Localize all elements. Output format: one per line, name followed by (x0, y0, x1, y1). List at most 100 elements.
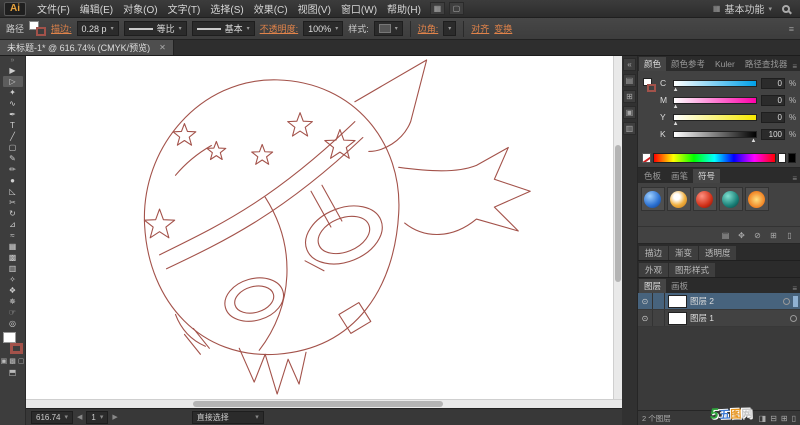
tab-color[interactable]: 颜色 (638, 57, 666, 71)
canvas[interactable] (26, 56, 622, 399)
selection-tool[interactable]: ▶ (3, 65, 23, 76)
pen-tool[interactable]: ✒ (3, 109, 23, 120)
menu-item[interactable]: 文字(T) (163, 1, 206, 16)
screen-mode-menu-icon[interactable]: ▢ (448, 2, 464, 15)
collapse-dock-icon[interactable]: « (622, 58, 636, 71)
stroke-link[interactable]: 描边: (51, 22, 72, 35)
paintbrush-tool[interactable]: ✎ (3, 153, 23, 164)
opacity-input[interactable]: 100% ▾ (303, 21, 344, 36)
tab-color-guide[interactable]: 颜色参考 (666, 57, 710, 71)
horizontal-scrollbar[interactable] (26, 399, 622, 408)
eyedropper-tool[interactable]: ✧ (3, 274, 23, 285)
visibility-toggle[interactable]: ⊙ (638, 293, 653, 309)
lock-toggle[interactable] (653, 310, 665, 326)
collapsed-panel-tab[interactable]: 描边 (638, 246, 668, 260)
scale-tool[interactable]: ⊿ (3, 219, 23, 230)
symbol-red-orb[interactable] (692, 187, 717, 211)
delete-symbol-icon[interactable]: ▯ (783, 229, 796, 241)
control-panel-menu-icon[interactable]: ≡ (789, 24, 794, 34)
align-link[interactable]: 对齐 (471, 22, 489, 35)
menu-item[interactable]: 窗口(W) (336, 1, 382, 16)
align-panel-icon[interactable]: ▥ (622, 122, 636, 135)
symbol-star-burst[interactable] (744, 187, 769, 211)
pencil-tool[interactable]: ✏ (3, 164, 23, 175)
corner-select[interactable]: ▾ (443, 21, 457, 36)
search-icon[interactable] (782, 4, 790, 13)
tab-brushes[interactable]: 画笔 (666, 169, 693, 183)
channel-value[interactable]: 0 (761, 111, 785, 123)
horizontal-scroll-thumb[interactable] (192, 401, 444, 407)
menu-item[interactable]: 选择(S) (205, 1, 248, 16)
symbol-library-icon[interactable]: ▤ (719, 229, 732, 241)
white-swatch[interactable] (778, 153, 786, 163)
color-spectrum[interactable] (652, 153, 776, 163)
arrange-documents-icon[interactable]: ▦ (429, 2, 445, 15)
tab-layers[interactable]: 图层 (638, 279, 666, 293)
type-tool[interactable]: T (3, 120, 23, 131)
document-tab[interactable]: 未标题-1* @ 616.74% (CMYK/预览) ✕ (0, 40, 174, 55)
menu-item[interactable]: 效果(C) (249, 1, 293, 16)
channel-value[interactable]: 0 (761, 77, 785, 89)
stroke-swatch[interactable] (9, 343, 23, 354)
lock-toggle[interactable] (653, 293, 665, 309)
line-tool[interactable]: ╱ (3, 131, 23, 142)
tab-swatches[interactable]: 色板 (639, 169, 666, 183)
make-clip-mask-icon[interactable]: ◨ (759, 414, 767, 423)
menu-item[interactable]: 视图(V) (293, 1, 336, 16)
blob-brush-tool[interactable]: ● (3, 175, 23, 186)
blend-tool[interactable]: ❖ (3, 285, 23, 296)
transform-panel-icon[interactable]: ⊞ (622, 90, 636, 103)
channel-slider[interactable]: ▲ (673, 113, 757, 127)
color-fill-stroke[interactable] (642, 77, 657, 150)
collapsed-panel-tab[interactable]: 外观 (638, 263, 668, 277)
width-tool[interactable]: ≈ (3, 230, 23, 241)
slider-thumb[interactable]: ▲ (673, 103, 679, 111)
gradient-mode-icon[interactable]: ▩ (9, 357, 16, 365)
transform-link[interactable]: 变换 (494, 22, 512, 35)
screen-mode-icon[interactable]: ⬒ (9, 368, 17, 377)
close-icon[interactable]: ✕ (159, 43, 166, 52)
zoom-select[interactable]: 616.74 ▾ (31, 410, 73, 424)
vertical-scrollbar[interactable] (612, 56, 622, 399)
collapsed-panel-tab[interactable]: 渐变 (668, 246, 698, 260)
symbol-sprayer-tool[interactable]: ✵ (3, 296, 23, 307)
channel-slider[interactable]: ▲ (673, 79, 757, 93)
workspace-switcher[interactable]: ▦ 基本功能 ▾ (713, 1, 772, 16)
status-tool-display[interactable]: 直接选择 ▾ (191, 410, 264, 424)
none-swatch[interactable] (641, 153, 651, 163)
new-symbol-icon[interactable]: ⊞ (767, 229, 780, 241)
tool-fill-stroke-swatches[interactable] (2, 332, 23, 354)
expand-tools-icon[interactable]: » (11, 56, 15, 65)
visibility-toggle[interactable]: ⊙ (638, 310, 653, 326)
rectangle-tool[interactable]: ▢ (3, 142, 23, 153)
symbol-dotted-ball[interactable] (666, 187, 691, 211)
opacity-link[interactable]: 不透明度: (260, 22, 299, 35)
corner-link[interactable]: 边角: (418, 22, 439, 35)
zoom-tool[interactable]: ◎ (3, 318, 23, 329)
tab-pathfinder[interactable]: 路径查找器 (740, 57, 793, 71)
layer-target-icon[interactable] (783, 297, 790, 305)
info-panel-icon[interactable]: ▤ (622, 74, 636, 87)
collapsed-panel-tab[interactable]: 透明度 (698, 246, 737, 260)
symbol-teal-orb[interactable] (718, 187, 743, 211)
menu-item[interactable]: 帮助(H) (382, 1, 426, 16)
pathfinder-panel-icon[interactable]: ▣ (622, 106, 636, 119)
channel-slider[interactable]: ▲ (673, 96, 757, 110)
menu-item[interactable]: 对象(O) (118, 1, 162, 16)
new-sublayer-icon[interactable]: ⊟ (770, 414, 777, 423)
next-artboard-icon[interactable]: ▶ (112, 413, 117, 421)
color-mode-icon[interactable]: ▣ (1, 357, 8, 365)
break-link-icon[interactable]: ⊘ (751, 229, 764, 241)
panel-menu-icon[interactable]: ≡ (792, 62, 797, 71)
brush-definition-select[interactable]: 基本 ▾ (191, 21, 255, 36)
style-select[interactable]: ▾ (373, 21, 403, 36)
mesh-tool[interactable]: ▩ (3, 252, 23, 263)
width-profile-select[interactable]: 等比 ▾ (123, 21, 187, 36)
none-mode-icon[interactable]: ▢ (18, 357, 25, 365)
slider-thumb[interactable]: ▲ (673, 86, 679, 94)
stroke-weight-input[interactable]: 0.28 p ▾ (76, 21, 119, 36)
layer-row[interactable]: ⊙ 图层 2 (637, 293, 800, 310)
eraser-tool[interactable]: ◺ (3, 186, 23, 197)
collapsed-panel-tab[interactable]: 图形样式 (668, 263, 715, 277)
vertical-scroll-thumb[interactable] (614, 145, 621, 283)
